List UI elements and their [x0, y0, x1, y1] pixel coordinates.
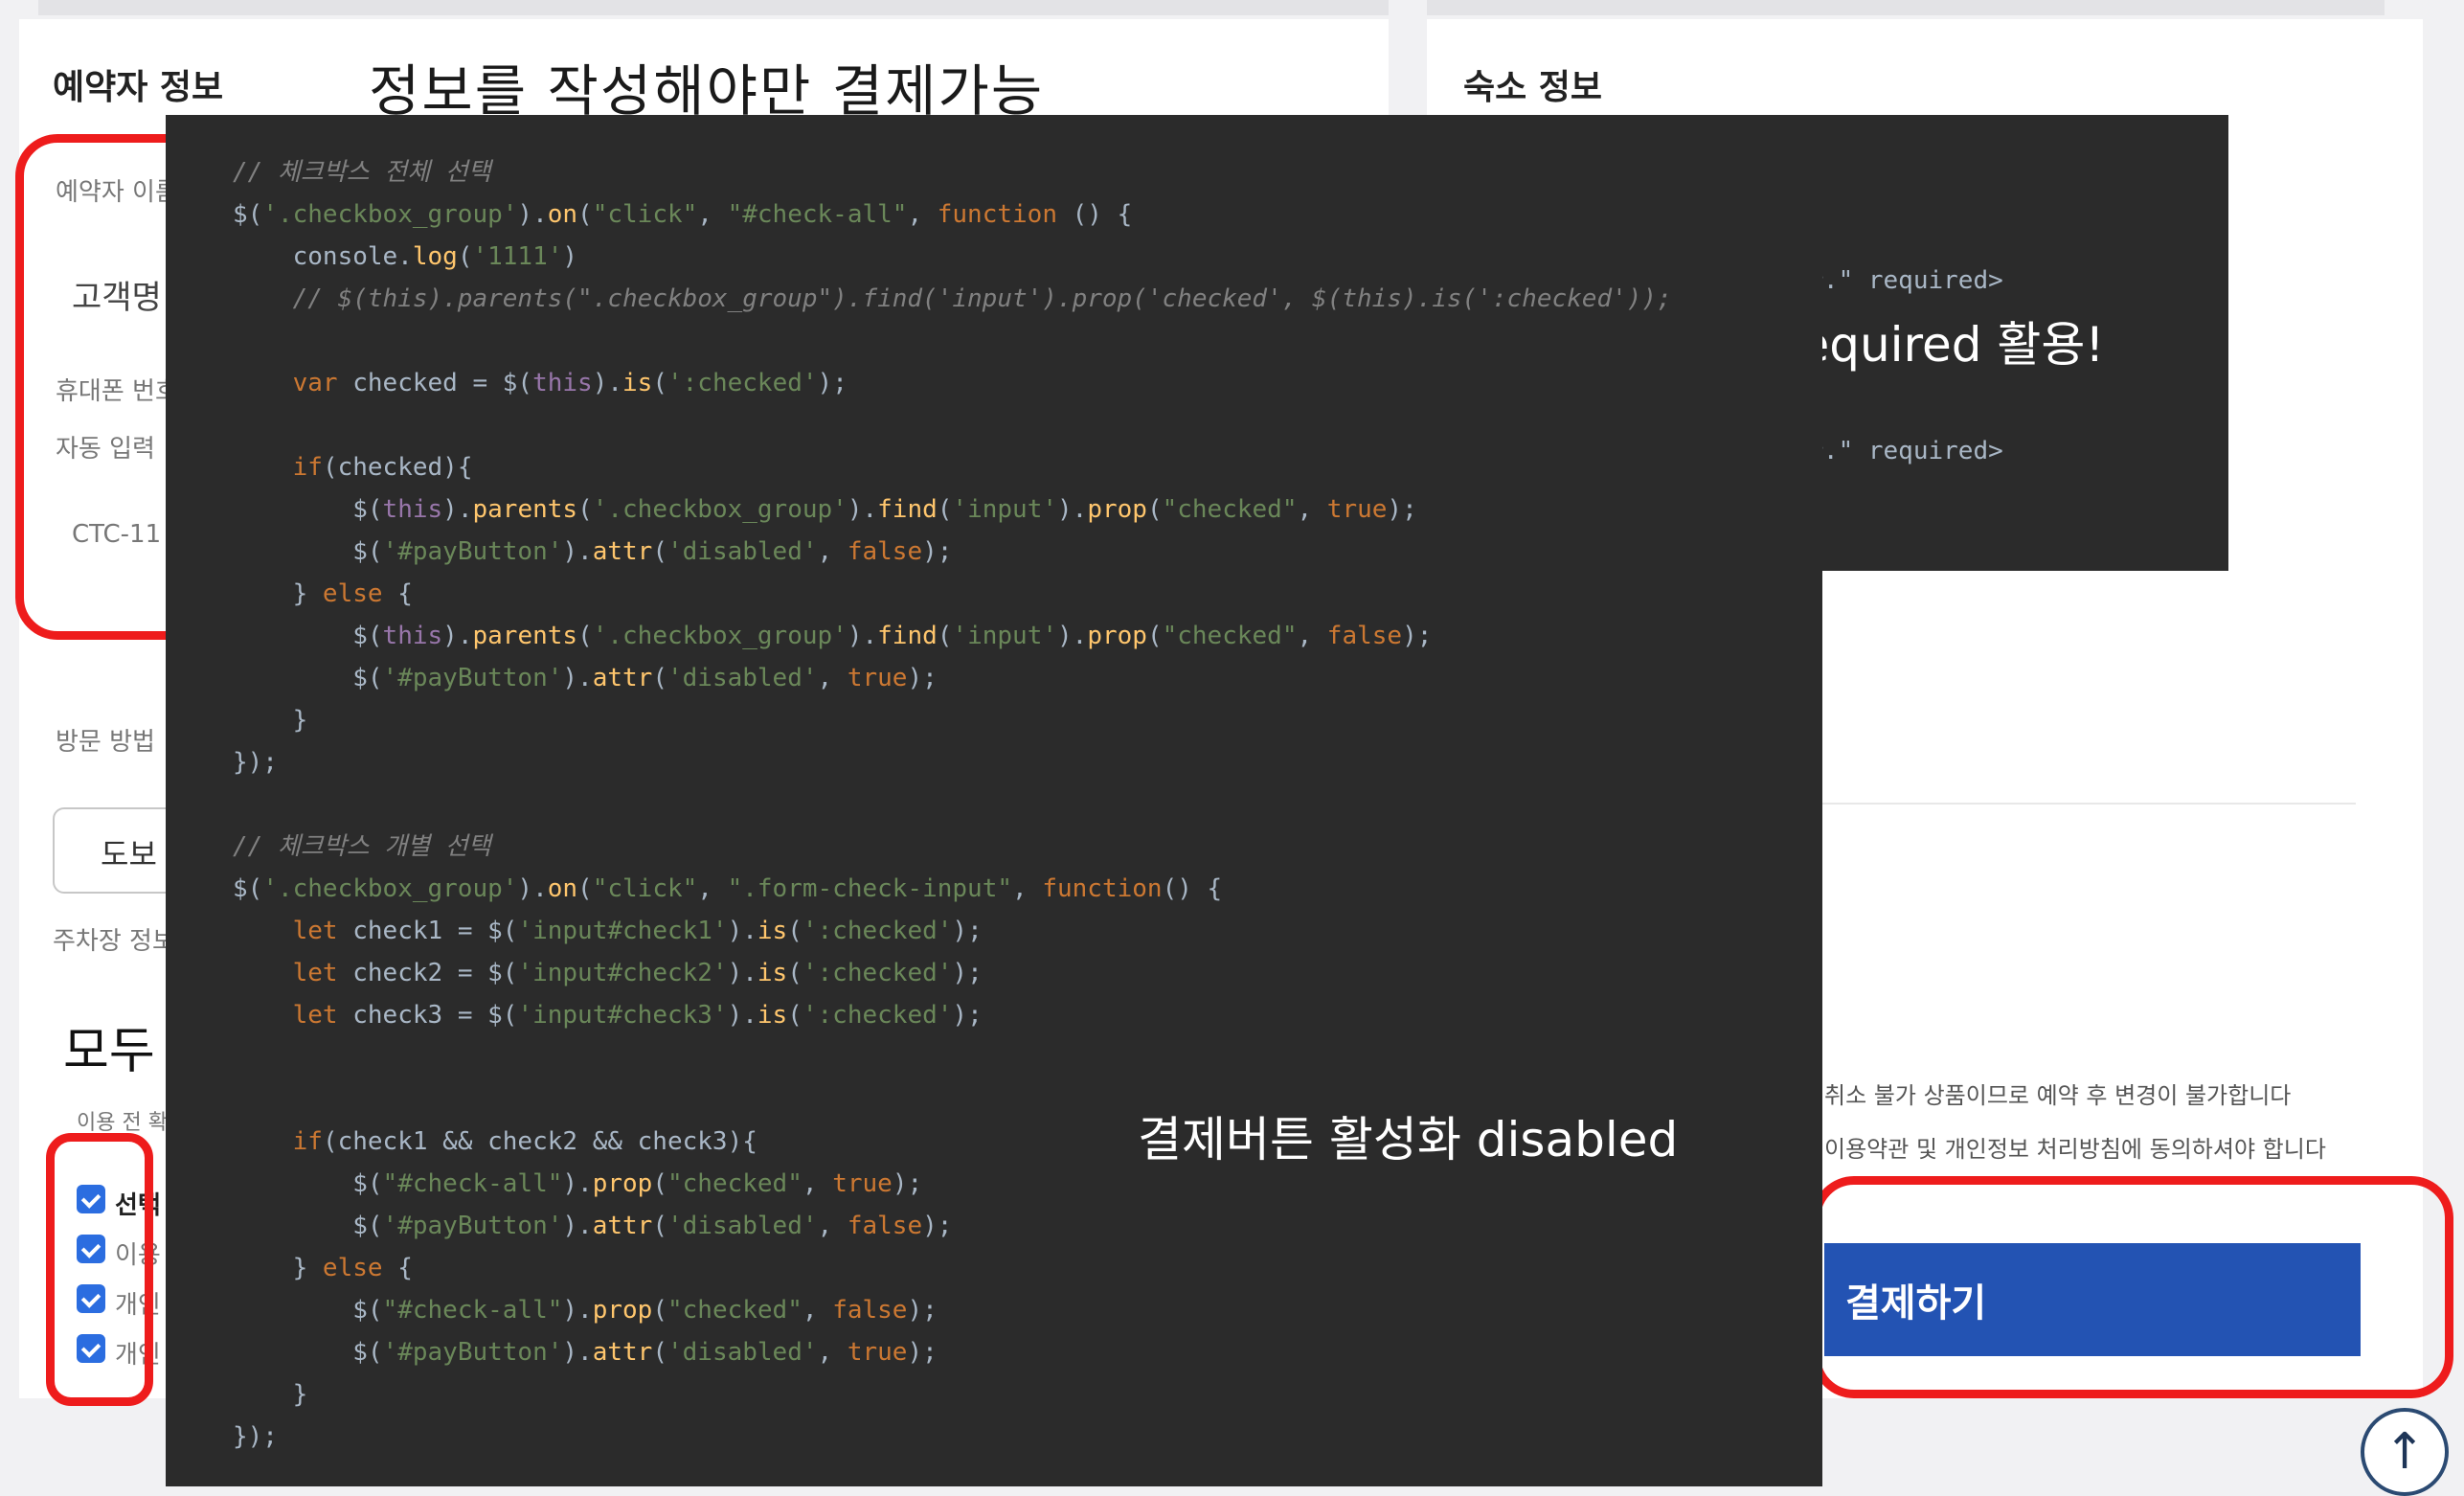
- code-line: console.log('1111'): [233, 242, 578, 271]
- code-line: if(check1 && check2 && check3){: [292, 1127, 757, 1156]
- code-line: }: [233, 706, 308, 735]
- required-line-2: 다." required>: [1800, 437, 2003, 465]
- code-line: $('.checkbox_group').on("click", ".form-…: [233, 874, 1223, 903]
- code-editor-lower-mask: [1822, 571, 1832, 580]
- scroll-top-button[interactable]: ↑: [2361, 1408, 2449, 1496]
- lodging-info-title: 숙소 정보: [1463, 68, 1603, 107]
- booker-info-title: 예약자 정보: [53, 68, 224, 107]
- code-line: $('#payButton').attr('disabled', true);: [233, 1338, 938, 1367]
- code-line: $("#check-all").prop("checked", true);: [233, 1169, 923, 1198]
- code-line: $('#payButton').attr('disabled', false);: [233, 537, 953, 566]
- code-line: // $(this).parents(".checkbox_group").fi…: [233, 284, 1672, 313]
- code-line: $('#payButton').attr('disabled', false);: [233, 1212, 953, 1240]
- visit-method-label: 방문 방법: [56, 728, 155, 757]
- notice-line-2: 이용약관 및 개인정보 처리방침에 동의하셔야 합니다: [1824, 1136, 2326, 1163]
- code-line: } else {: [233, 1254, 413, 1282]
- code-editor: // 체크박스 전체 선택 $('.checkbox_group').on("cl…: [166, 115, 1822, 1486]
- code-line: });: [233, 1422, 278, 1451]
- code-body: // 체크박스 전체 선택 $('.checkbox_group').on("cl…: [233, 153, 1803, 1485]
- right-divider: [1820, 803, 2356, 805]
- code-line: var checked = $(this).is(':checked');: [292, 369, 848, 397]
- pay-button-highlight: [1812, 1176, 2453, 1398]
- walk-button-label: 도보: [101, 836, 157, 873]
- arrow-up-icon: ↑: [2384, 1423, 2426, 1481]
- code-line: }: [233, 1380, 308, 1409]
- code-line: // 체크박스 개별 선택: [233, 832, 491, 861]
- code-line: let check2 = $('input#check2').is(':chec…: [292, 959, 983, 987]
- code-line: } else {: [233, 579, 413, 608]
- code-line: });: [233, 748, 278, 777]
- top-divider-left: [38, 0, 1389, 15]
- top-divider-right: [1427, 0, 2385, 15]
- notice-line-1: 취소 불가 상품이므로 예약 후 변경이 불가합니다: [1824, 1082, 2292, 1109]
- code-line: $(this).parents('.checkbox_group').find(…: [233, 622, 1433, 650]
- code-line: $(this).parents('.checkbox_group').find(…: [233, 495, 1417, 524]
- annotation-required: required 활용!: [1781, 317, 2105, 373]
- code-line: $('#payButton').attr('disabled', true);: [233, 664, 938, 692]
- code-line: let check1 = $('input#check1').is(':chec…: [292, 917, 983, 945]
- code-line: $("#check-all").prop("checked", false);: [233, 1296, 938, 1325]
- required-line-1: 다." required>: [1800, 266, 2003, 295]
- code-line: if(checked){: [292, 453, 473, 482]
- code-line: // 체크박스 전체 선택: [233, 158, 491, 187]
- all-agree-label: 모두: [63, 1023, 155, 1080]
- annotation-disabled: 결제버튼 활성화 disabled: [1138, 1112, 1679, 1167]
- code-line: $('.checkbox_group').on("click", "#check…: [233, 200, 1133, 229]
- code-line: let check3 = $('input#check3').is(':chec…: [292, 1001, 983, 1030]
- checkbox-highlight: [46, 1133, 153, 1406]
